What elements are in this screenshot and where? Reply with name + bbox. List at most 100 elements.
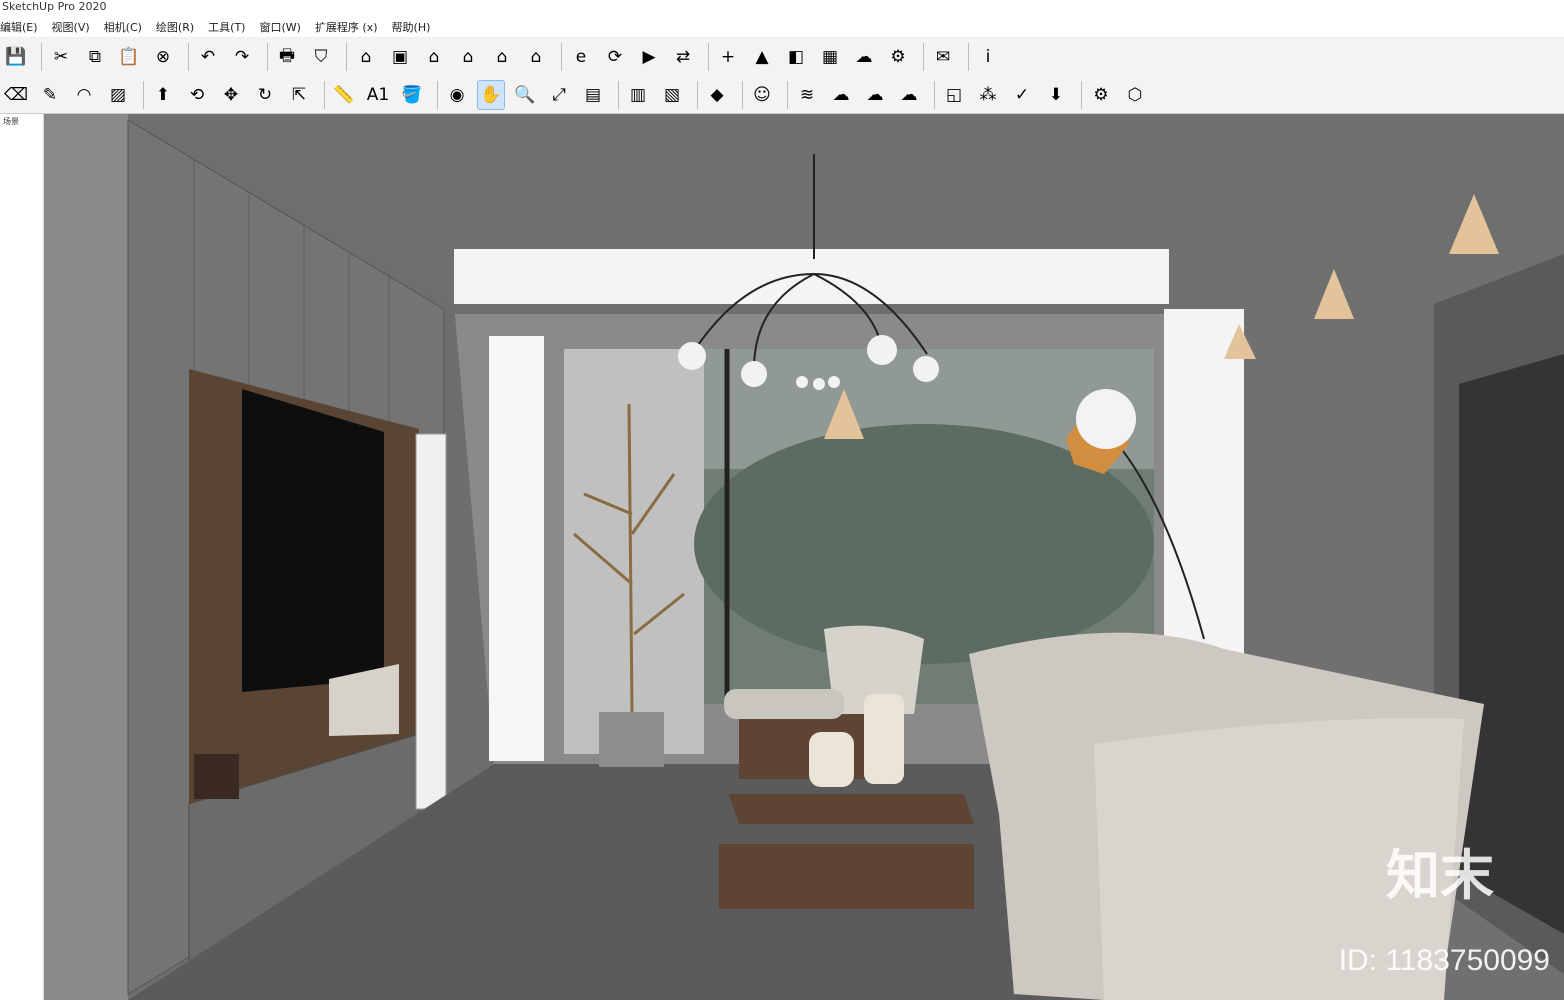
mail-button[interactable]: ✉ — [929, 42, 957, 72]
menu-tools[interactable]: 工具(T) — [208, 19, 245, 35]
menu-camera[interactable]: 相机(C) — [104, 19, 142, 35]
save-icon: 💾 — [5, 47, 27, 67]
upload-icon: ☁ — [855, 47, 873, 67]
print-icon: 🖶 — [278, 45, 296, 66]
checker-icon: ▦ — [821, 47, 839, 67]
undo-button[interactable]: ↶ — [194, 42, 222, 72]
dots-button[interactable]: ⁂ — [974, 80, 1002, 110]
zoom-icon: 🔍 — [514, 84, 536, 105]
print-button[interactable]: 🖶 — [273, 42, 301, 72]
toolbar-separator — [742, 80, 743, 109]
sandbox-icon: ≋ — [799, 84, 815, 105]
arc-button[interactable]: ◠ — [70, 80, 98, 110]
section-cut-button[interactable]: ▧ — [658, 80, 686, 110]
menu-draw[interactable]: 绘图(R) — [156, 19, 194, 35]
toolbar-separator — [41, 43, 42, 71]
cube-button[interactable]: ⬡ — [1121, 80, 1149, 110]
watermark-logo: 知末 — [1386, 844, 1494, 907]
gear2-icon: ⚙ — [1093, 84, 1109, 105]
move-icon: ✥ — [223, 84, 239, 105]
undo-icon: ↶ — [200, 47, 216, 67]
save-button[interactable]: 💾 — [2, 42, 30, 72]
app-title: SketchUp Pro 2020 — [0, 0, 1564, 16]
info-icon: i — [985, 47, 991, 67]
section-button[interactable]: ▤ — [579, 80, 607, 110]
stamp-button[interactable]: ☁ — [861, 80, 889, 110]
extension-button[interactable]: e — [567, 42, 595, 72]
model-viewport[interactable]: 知末 ID: 1183750099 — [44, 114, 1564, 1000]
settings-icon: ⚙ — [890, 47, 906, 67]
push-pull-button[interactable]: ⬆ — [149, 80, 177, 110]
cut-button[interactable]: ✂ — [47, 42, 75, 72]
download-icon: ⬇ — [1048, 84, 1064, 105]
top-view-button[interactable]: ▣ — [386, 42, 414, 72]
push-pull-icon: ⬆ — [155, 84, 171, 105]
check-button[interactable]: ✓ — [1008, 80, 1036, 110]
menu-extensions[interactable]: 扩展程序 (x) — [315, 19, 378, 35]
model-info-button[interactable]: ⛉ — [307, 42, 335, 72]
pan-button[interactable]: ✋ — [477, 79, 505, 110]
camera-button[interactable]: ▶ — [635, 42, 663, 72]
zoom-extents-button[interactable]: ⤢ — [545, 80, 573, 110]
download-button[interactable]: ⬇ — [1042, 80, 1070, 110]
add-button[interactable]: + — [714, 42, 742, 72]
sandbox-button[interactable]: ≋ — [793, 80, 821, 110]
menu-help[interactable]: 帮助(H) — [392, 19, 431, 35]
move-button[interactable]: ✥ — [217, 80, 245, 110]
toolbar-separator — [923, 43, 924, 71]
gear2-button[interactable]: ⚙ — [1087, 80, 1115, 110]
redo-button[interactable]: ↷ — [228, 42, 256, 72]
pencil-icon: ✎ — [42, 84, 58, 105]
ruby-button[interactable]: ◆ — [703, 80, 731, 110]
checker-button[interactable]: ▦ — [816, 42, 844, 72]
drape-button[interactable]: ☁ — [895, 80, 923, 110]
section-display-button[interactable]: ▥ — [624, 80, 652, 110]
offset-icon: ⟲ — [189, 84, 205, 105]
menu-view[interactable]: 视图(V) — [52, 19, 90, 35]
paint-button[interactable]: 🪣 — [398, 80, 426, 110]
iso-view-button[interactable]: ⌂ — [352, 42, 380, 72]
eraser-tool-button[interactable]: ⌫ — [2, 80, 30, 110]
zoom-button[interactable]: 🔍 — [511, 80, 539, 110]
scale-button[interactable]: ⇱ — [285, 80, 313, 110]
info-button[interactable]: i — [974, 42, 1002, 72]
warehouse-button[interactable]: ▲ — [748, 42, 776, 72]
user-button[interactable]: ☺ — [748, 80, 776, 110]
back-view-button[interactable]: ⌂ — [488, 42, 516, 72]
rectangle-button[interactable]: ▨ — [104, 80, 132, 110]
orbit-button[interactable]: ◉ — [443, 80, 471, 110]
arrows-button[interactable]: ⇄ — [669, 42, 697, 72]
paste-icon: 📋 — [118, 47, 140, 67]
copy-button[interactable]: ⧉ — [81, 42, 109, 72]
toolbar-separator — [697, 80, 698, 109]
scene-tab[interactable]: 场景 — [0, 114, 43, 129]
smoove-button[interactable]: ☁ — [827, 80, 855, 110]
text-button[interactable]: A1 — [364, 80, 392, 110]
extension-icon: e — [575, 47, 587, 67]
toolbar-separator — [934, 80, 935, 109]
upload-button[interactable]: ☁ — [850, 42, 878, 72]
menu-window[interactable]: 窗口(W) — [259, 19, 300, 35]
refresh-button[interactable]: ⟳ — [601, 42, 629, 72]
rotate-button[interactable]: ↻ — [251, 80, 279, 110]
menu-edit[interactable]: 编辑(E) — [0, 19, 38, 35]
pencil-button[interactable]: ✎ — [36, 80, 64, 110]
left-view-button[interactable]: ⌂ — [522, 42, 550, 72]
frame-button[interactable]: ◱ — [940, 80, 968, 110]
paste-button[interactable]: 📋 — [115, 42, 143, 72]
eraser-tool-icon: ⌫ — [3, 84, 29, 105]
erase-button[interactable]: ⊗ — [149, 42, 177, 72]
tape-button[interactable]: 📏 — [330, 80, 358, 110]
stamp-icon: ☁ — [866, 84, 884, 105]
right-view-button[interactable]: ⌂ — [454, 42, 482, 72]
front-view-icon: ⌂ — [428, 47, 440, 67]
layout-button[interactable]: ◧ — [782, 42, 810, 72]
settings-button[interactable]: ⚙ — [884, 42, 912, 72]
frame-icon: ◱ — [945, 84, 963, 105]
front-view-button[interactable]: ⌂ — [420, 42, 448, 72]
add-icon: + — [720, 47, 736, 67]
erase-icon: ⊗ — [155, 47, 171, 67]
orbit-icon: ◉ — [449, 84, 465, 105]
offset-button[interactable]: ⟲ — [183, 80, 211, 110]
pan-icon: ✋ — [480, 84, 502, 105]
